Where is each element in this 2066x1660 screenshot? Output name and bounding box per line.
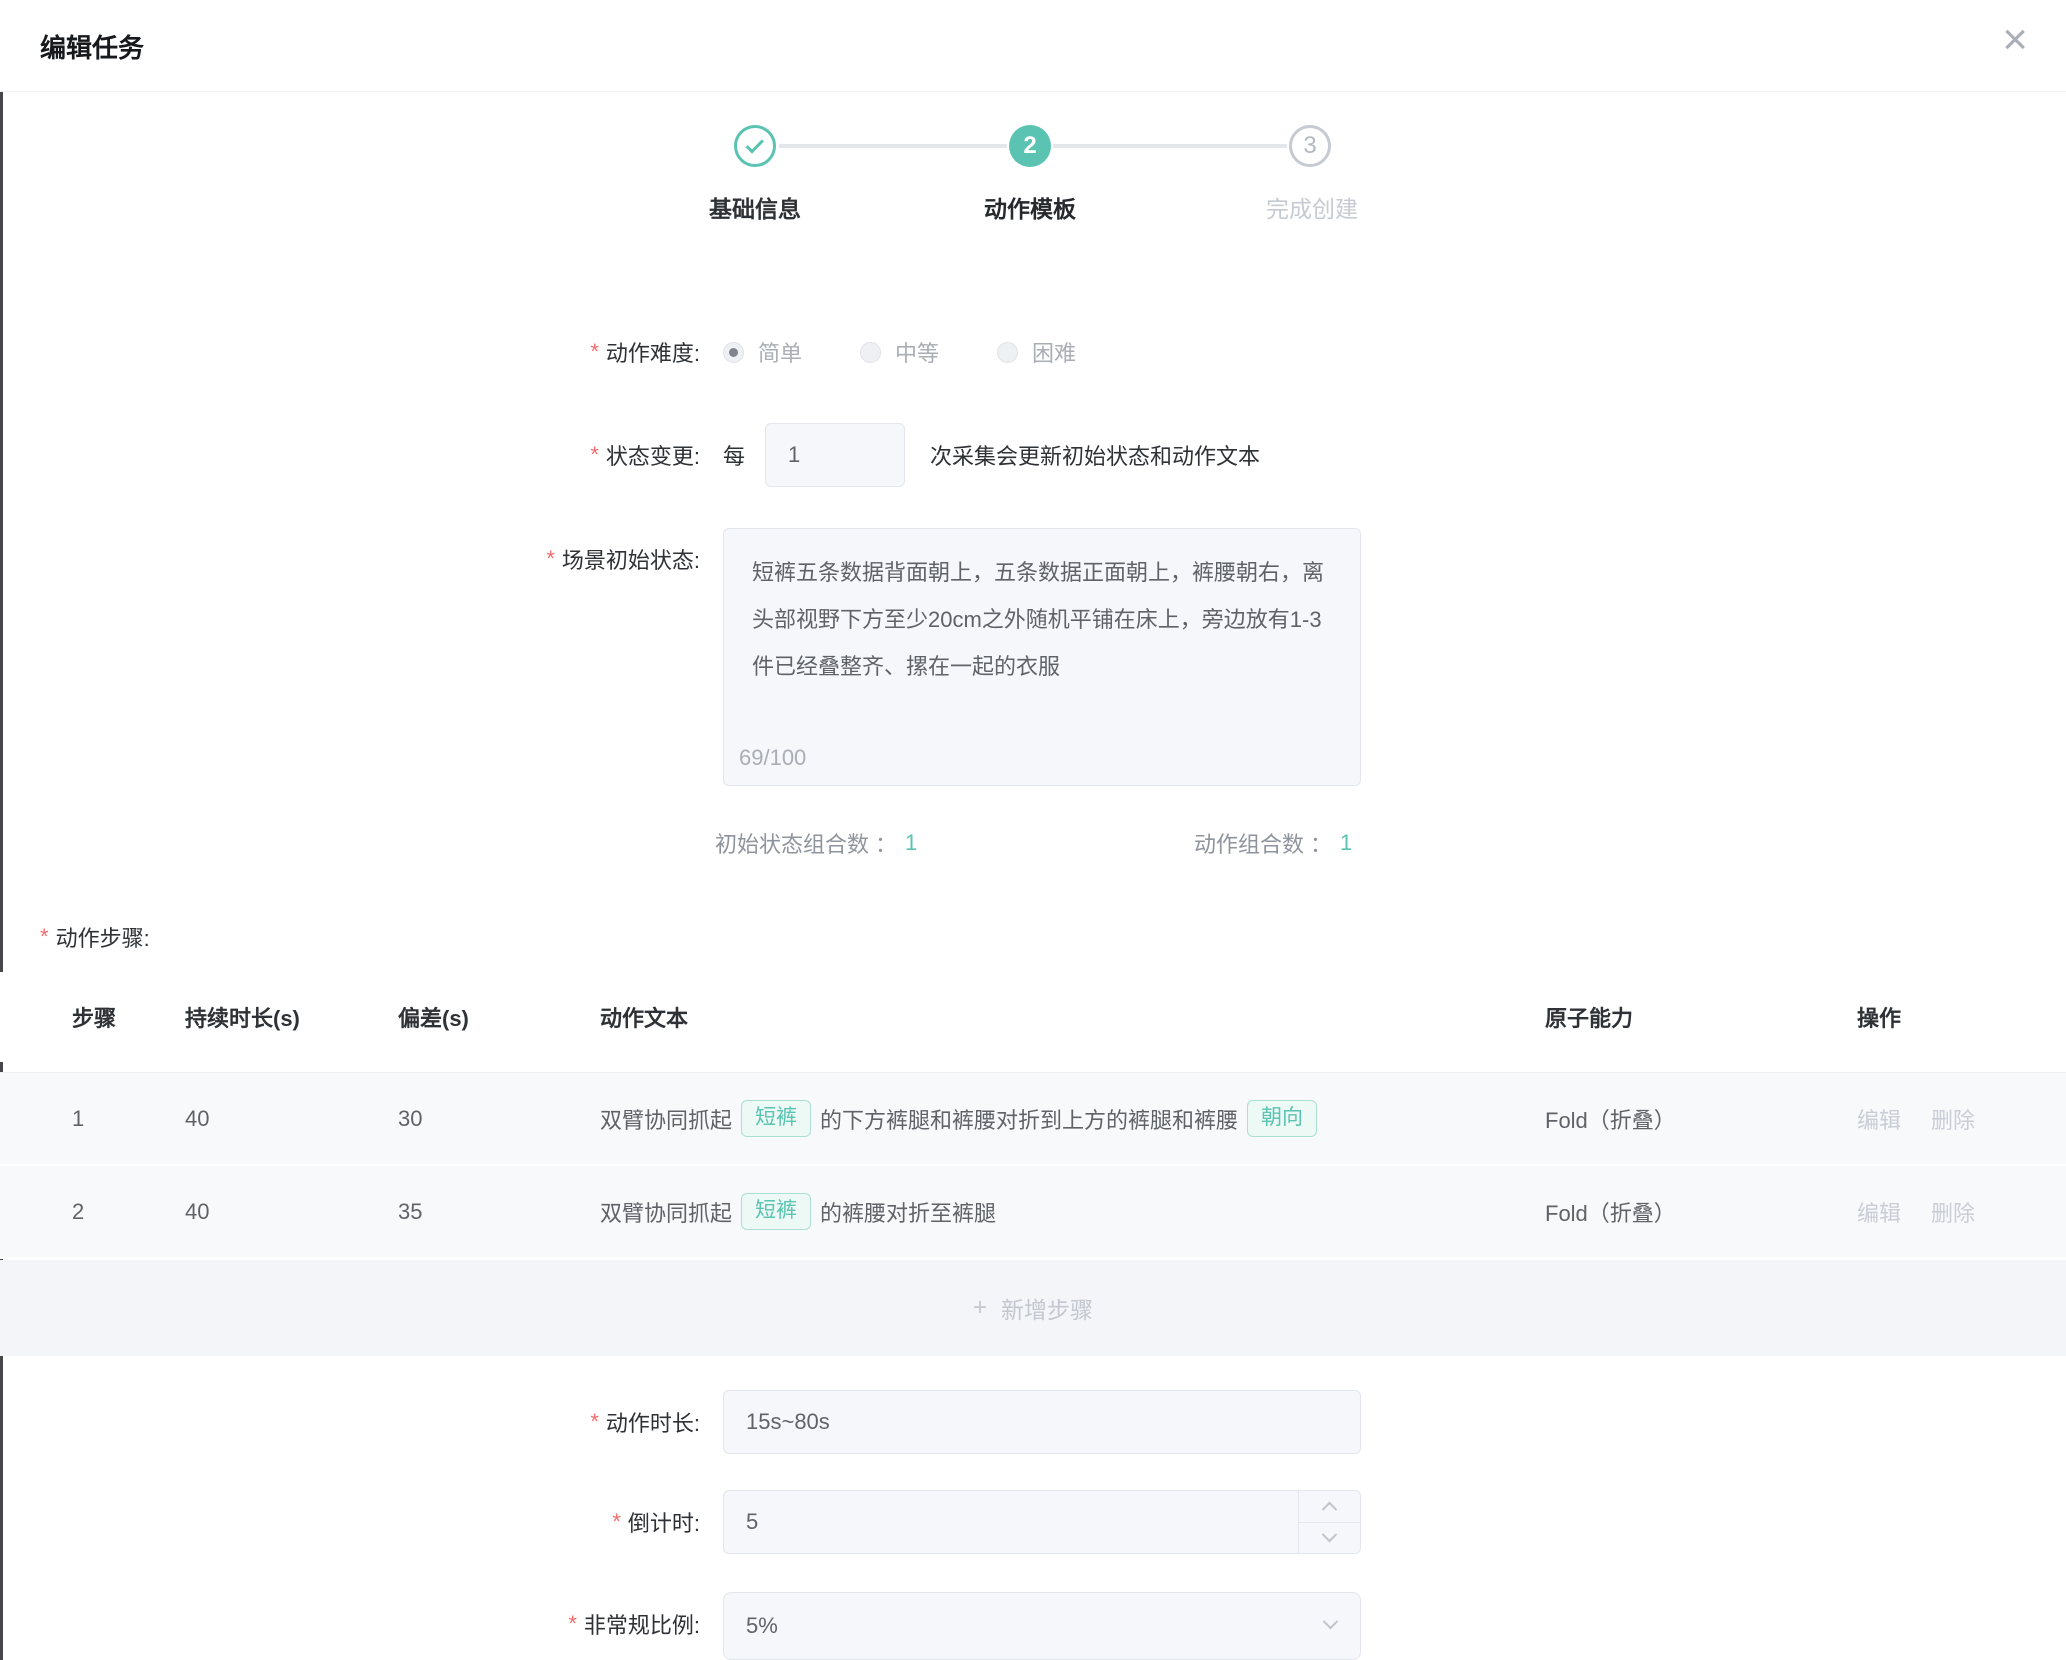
initial-combo-count: 初始状态组合数 ： 1 [715,820,917,866]
entity-tag: 短裤 [741,1100,811,1136]
steps-table-body: 1 40 30 双臂协同抓起 短裤 的下方裤腿和裤腰对折到上方的裤腿和裤腰 朝向… [0,1072,2066,1259]
step-3-circle: 3 [1289,125,1331,167]
required-star: * [40,924,49,950]
delete-link[interactable]: 删除 [1931,1196,1975,1228]
dialog-title: 编辑任务 [40,0,144,92]
step-3-number: 3 [1303,132,1316,160]
plus-icon: + [973,1294,987,1322]
chevron-down-icon [1322,1527,1338,1543]
unusual-ratio-select[interactable]: 5% [723,1592,1361,1660]
state-change-input[interactable]: 1 [765,423,905,487]
required-star: * [612,1509,621,1535]
step-3-label: 完成创建 [1202,190,1422,224]
chevron-up-icon [1322,1501,1338,1517]
required-star: * [590,442,599,468]
char-counter: 69/100 [739,745,806,771]
state-change-prefix: 每 [723,423,745,487]
spinner-down-button[interactable] [1299,1523,1360,1554]
action-duration-label: * 动作时长: [0,1390,700,1454]
edit-task-dialog: 编辑任务 × 2 3 基础信息 动作模板 完成创建 * 动作难度: 简单 中等 … [0,0,2066,1660]
cell-step: 2 [72,1199,185,1225]
number-spinner [1298,1491,1360,1553]
cell-action-text: 双臂协同抓起 短裤 的下方裤腿和裤腰对折到上方的裤腿和裤腰 朝向 [600,1100,1545,1136]
radio-label: 中等 [895,336,939,368]
action-combo-count: 动作组合数 ： 1 [1194,820,1352,866]
edit-link[interactable]: 编辑 [1857,1196,1901,1228]
table-row: 2 40 35 双臂协同抓起 短裤 的裤腰对折至裤腿 Fold（折叠） 编辑 删… [0,1166,2066,1259]
stepper-connector-2 [1053,144,1287,148]
col-step: 步骤 [72,1001,185,1033]
action-duration-input[interactable]: 15s~80s [723,1390,1361,1454]
cell-action-text: 双臂协同抓起 短裤 的裤腰对折至裤腿 [600,1193,1545,1229]
add-step-button[interactable]: + 新增步骤 [0,1260,2066,1356]
difficulty-label: * 动作难度: [0,326,700,378]
steps-table-header: 步骤 持续时长(s) 偏差(s) 动作文本 原子能力 操作 [0,972,2066,1062]
col-atomic-ability: 原子能力 [1545,1001,1857,1033]
edit-link[interactable]: 编辑 [1857,1103,1901,1135]
radio-unselected-icon[interactable] [997,342,1018,363]
col-operations: 操作 [1857,1001,2066,1033]
radio-option-simple[interactable]: 简单 [723,336,802,368]
required-star: * [568,1611,577,1637]
cell-duration: 40 [185,1199,398,1225]
col-deviation: 偏差(s) [398,1001,600,1033]
required-star: * [590,339,599,365]
initial-combo-value: 1 [905,830,917,856]
col-duration: 持续时长(s) [185,1001,398,1033]
entity-tag: 朝向 [1247,1100,1317,1136]
action-combo-value: 1 [1340,830,1352,856]
difficulty-radio-group: 简单 中等 困难 [723,326,1134,378]
required-star: * [590,1409,599,1435]
step-2-number: 2 [1023,132,1036,160]
countdown-input[interactable]: 5 [723,1490,1361,1554]
cell-ability: Fold（折叠） [1545,1196,1857,1228]
cell-ability: Fold（折叠） [1545,1103,1857,1135]
radio-label: 困难 [1032,336,1076,368]
radio-unselected-icon[interactable] [860,342,881,363]
table-row: 1 40 30 双臂协同抓起 短裤 的下方裤腿和裤腰对折到上方的裤腿和裤腰 朝向… [0,1073,2066,1166]
step-2-circle: 2 [1009,125,1051,167]
countdown-label: * 倒计时: [0,1490,700,1554]
cell-step: 1 [72,1106,185,1132]
cell-operations: 编辑 删除 [1857,1196,2066,1228]
stepper-connector-1 [779,144,1007,148]
radio-selected-icon[interactable] [723,342,744,363]
step-1-circle [734,125,776,167]
dialog-header: 编辑任务 × [0,0,2066,92]
close-icon[interactable]: × [2002,18,2028,62]
step-1-label: 基础信息 [645,190,865,224]
state-change-suffix: 次采集会更新初始状态和动作文本 [930,423,1260,487]
unusual-ratio-label: * 非常规比例: [0,1592,700,1656]
radio-label: 简单 [758,336,802,368]
state-change-label: * 状态变更: [0,423,700,487]
required-star: * [546,546,555,572]
cell-duration: 40 [185,1106,398,1132]
radio-option-medium[interactable]: 中等 [860,336,939,368]
initial-state-label: * 场景初始状态: [0,533,700,585]
spinner-up-button[interactable] [1299,1491,1360,1523]
initial-state-textarea[interactable]: 短裤五条数据背面朝上，五条数据正面朝上，裤腰朝右，离头部视野下方至少20cm之外… [723,528,1361,786]
check-icon [745,135,763,153]
entity-tag: 短裤 [741,1193,811,1229]
action-steps-label: * 动作步骤: [40,915,150,959]
radio-option-hard[interactable]: 困难 [997,336,1076,368]
cell-deviation: 30 [398,1106,600,1132]
cell-deviation: 35 [398,1199,600,1225]
step-2-label: 动作模板 [920,190,1140,224]
select-chevron-down-icon [1323,1614,1339,1630]
col-action-text: 动作文本 [600,1001,1545,1033]
cell-operations: 编辑 删除 [1857,1103,2066,1135]
delete-link[interactable]: 删除 [1931,1103,1975,1135]
